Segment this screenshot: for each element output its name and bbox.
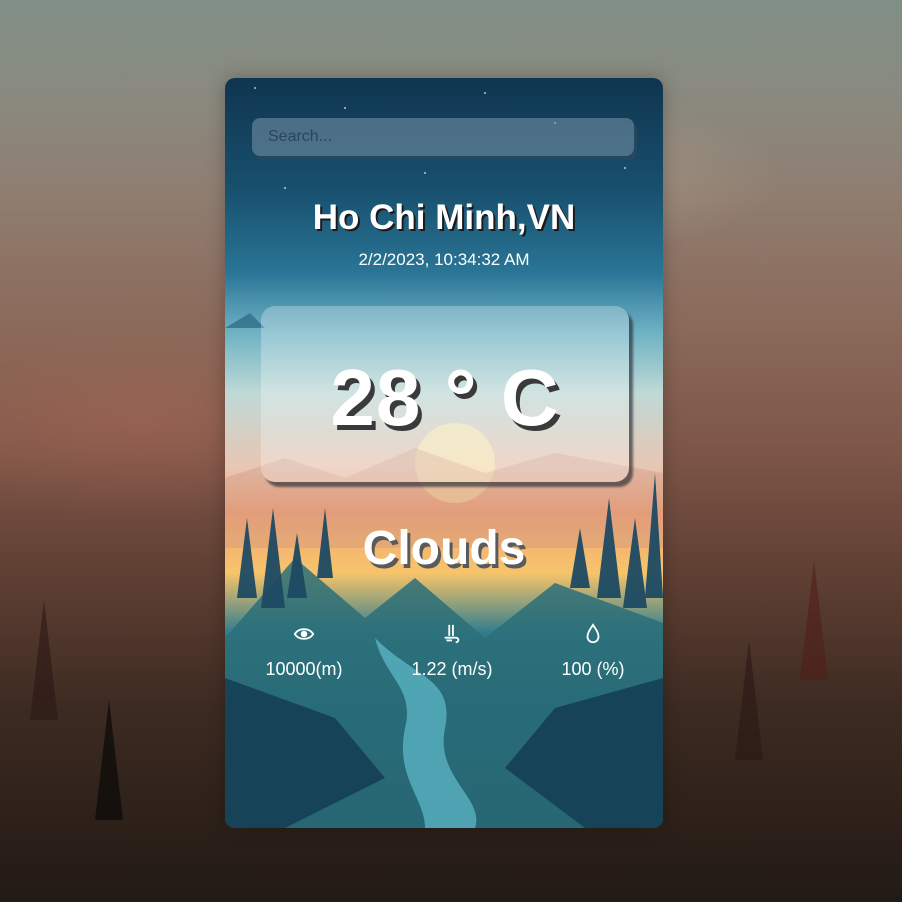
visibility-value: 10000(m) xyxy=(265,659,343,679)
humidity-stat: 100 (%) xyxy=(520,623,663,680)
wind-stat: 1.22 (m/s) xyxy=(379,623,525,680)
background-tree xyxy=(735,640,763,760)
humidity-value: 100 (%) xyxy=(561,659,625,679)
search-input[interactable] xyxy=(252,118,634,156)
background-tree xyxy=(30,600,58,720)
city-name: Ho Chi Minh,VN xyxy=(312,198,576,237)
eye-icon xyxy=(293,628,315,640)
date-time: 2/2/2023, 10:34:32 AM xyxy=(358,250,530,269)
visibility-stat: 10000(m) xyxy=(231,623,377,680)
temperature-value: 28 ° C xyxy=(330,353,560,442)
temperature-panel: 28 ° C xyxy=(261,306,629,482)
weather-card: Ho Chi Minh,VN 2/2/2023, 10:34:32 AM 28 … xyxy=(225,78,663,828)
wind-icon xyxy=(444,624,460,644)
droplet-icon xyxy=(586,623,600,644)
background-tree xyxy=(800,560,828,680)
weather-condition: Clouds xyxy=(362,522,526,575)
wind-value: 1.22 (m/s) xyxy=(411,659,493,679)
background-tree xyxy=(95,700,123,820)
